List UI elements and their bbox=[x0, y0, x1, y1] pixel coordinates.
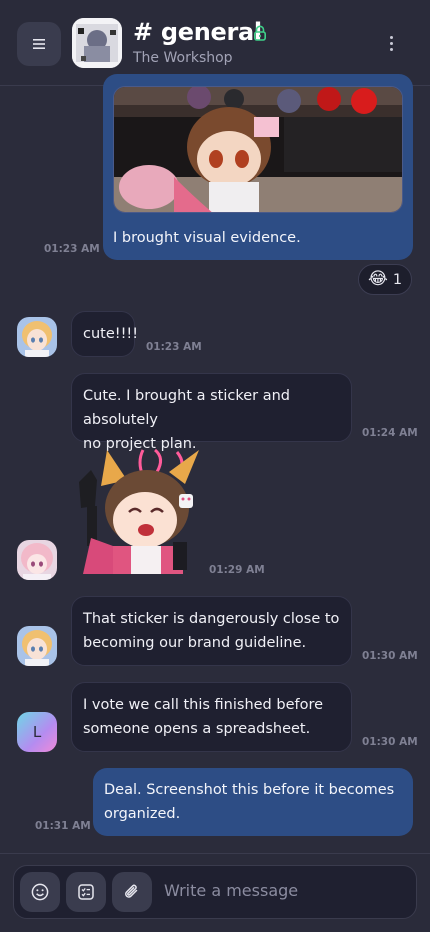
message-text: cute!!!! bbox=[83, 326, 139, 342]
user-avatar[interactable] bbox=[17, 540, 57, 580]
reaction-chip[interactable]: 😂 1 bbox=[358, 264, 412, 295]
kebab-icon bbox=[389, 35, 393, 39]
message-text: becoming our brand guideline. bbox=[83, 635, 307, 651]
reaction-count: 1 bbox=[392, 271, 403, 288]
sticker-image[interactable] bbox=[73, 446, 201, 574]
incoming-message[interactable]: Cute. I brought a sticker and absolutely… bbox=[71, 373, 352, 452]
emoji-button[interactable] bbox=[20, 872, 60, 912]
checklist-button[interactable] bbox=[66, 872, 106, 912]
message-text: organized. bbox=[104, 806, 181, 822]
user-avatar-initial[interactable]: L bbox=[17, 712, 57, 752]
smiley-icon bbox=[31, 883, 49, 901]
message-time: 01:23 AM bbox=[146, 341, 202, 353]
message-text: I vote we call this finished before bbox=[83, 697, 324, 713]
hamburger-icon bbox=[33, 39, 45, 49]
user-avatar[interactable] bbox=[17, 626, 57, 666]
checklist-icon bbox=[78, 884, 94, 900]
image-caption: I brought visual evidence. bbox=[113, 230, 301, 246]
avatar-letter: L bbox=[32, 723, 42, 741]
incoming-message[interactable]: That sticker is dangerously close to bec… bbox=[71, 596, 352, 666]
message-time: 01:23 AM bbox=[44, 243, 100, 255]
menu-button[interactable] bbox=[17, 22, 61, 66]
incoming-message[interactable]: I vote we call this finished before some… bbox=[71, 682, 352, 752]
lock-icon bbox=[253, 25, 266, 41]
message-text: Deal. Screenshot this before it becomes bbox=[104, 782, 395, 798]
message-text: Cute. I brought a sticker and absolutely bbox=[83, 388, 291, 428]
workspace-name: The Workshop bbox=[133, 50, 233, 66]
message-text: someone opens a spreadsheet. bbox=[83, 721, 311, 737]
message-time: 01:30 AM bbox=[362, 650, 418, 662]
laughing-emoji-icon: 😂 bbox=[367, 269, 388, 289]
message-time: 01:30 AM bbox=[362, 736, 418, 748]
plush-photo[interactable] bbox=[113, 86, 403, 213]
channel-title: # general bbox=[133, 18, 262, 46]
paperclip-icon bbox=[125, 884, 138, 898]
attach-button[interactable] bbox=[112, 872, 152, 912]
incoming-message[interactable]: cute!!!! bbox=[71, 311, 139, 357]
message-text: That sticker is dangerously close to bbox=[83, 611, 340, 627]
message-time: 01:24 AM bbox=[362, 427, 418, 439]
user-avatar[interactable] bbox=[17, 317, 57, 357]
more-options-button[interactable] bbox=[380, 30, 402, 56]
message-input[interactable]: Write a message bbox=[164, 881, 298, 900]
outgoing-message[interactable]: Deal. Screenshot this before it becomes … bbox=[93, 768, 413, 836]
message-time: 01:31 AM bbox=[35, 820, 91, 832]
message-time: 01:29 AM bbox=[209, 564, 265, 576]
channel-avatar[interactable] bbox=[72, 18, 122, 68]
